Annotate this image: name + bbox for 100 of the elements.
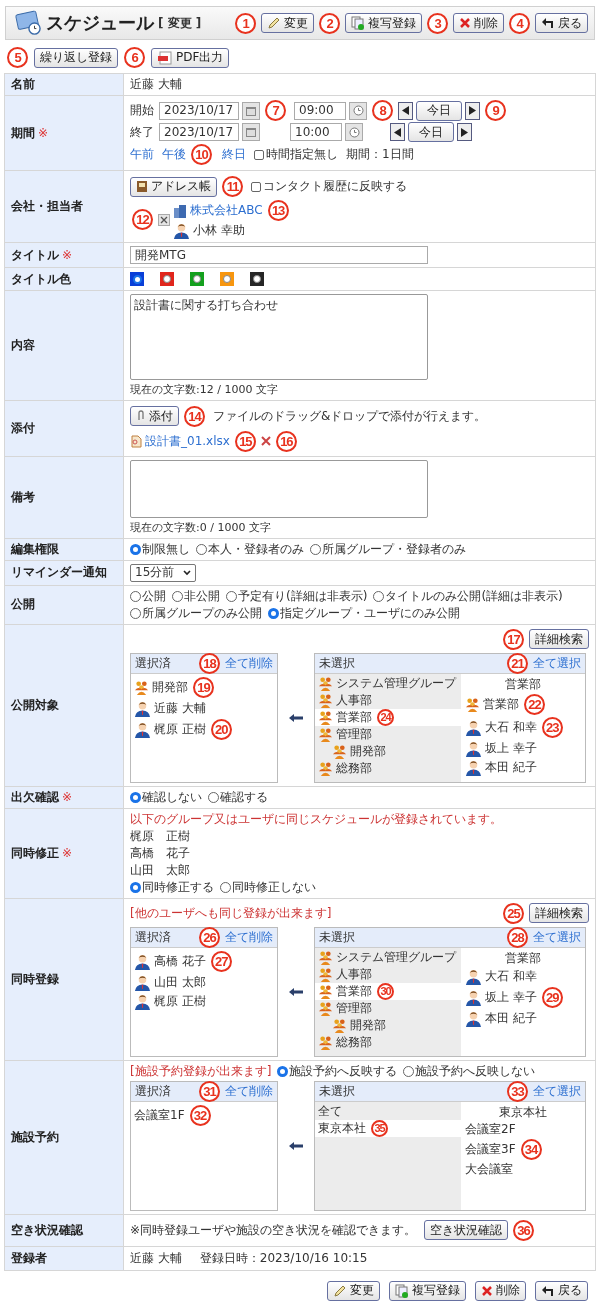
tree-item[interactable]: 総務部 xyxy=(315,759,461,777)
tree-item[interactable]: システム管理グループ xyxy=(315,674,461,692)
radio-button[interactable] xyxy=(268,607,279,619)
reminder-dropdown[interactable]: 15分前 xyxy=(130,563,196,582)
list-item[interactable]: 坂上 幸子 xyxy=(485,740,537,756)
title-field[interactable]: 開発MTG xyxy=(130,246,428,264)
time-field[interactable]: 09:00 xyxy=(294,101,346,120)
list-item[interactable]: 本田 紀子 xyxy=(485,1010,537,1026)
list-item[interactable]: 高橋 花子 xyxy=(154,953,206,969)
radio-button[interactable] xyxy=(172,590,183,602)
edit-button[interactable]: 変更 xyxy=(327,1280,380,1301)
clock-button[interactable] xyxy=(349,101,367,120)
color-swatch[interactable] xyxy=(160,272,174,286)
color-swatch[interactable] xyxy=(130,272,144,286)
time-preset-link[interactable]: 午後 xyxy=(162,147,186,162)
back-button[interactable]: 戻る xyxy=(535,1280,588,1301)
availability-button[interactable]: 空き状況確認 xyxy=(424,1220,509,1240)
radio-button[interactable] xyxy=(226,590,237,602)
remove-button[interactable] xyxy=(158,213,170,226)
color-swatch[interactable] xyxy=(220,272,234,286)
time-preset-link[interactable]: 終日 xyxy=(222,147,246,162)
tree-item[interactable]: 開発部 xyxy=(315,742,461,760)
facility-item[interactable]: 会議室3F xyxy=(465,1141,516,1157)
checkbox[interactable] xyxy=(251,181,261,192)
color-swatch[interactable] xyxy=(190,272,204,286)
radio-button[interactable] xyxy=(220,881,231,893)
select-all-link[interactable]: 全て選択 xyxy=(533,1083,581,1099)
calendar-button[interactable] xyxy=(242,123,260,141)
clock-button[interactable] xyxy=(345,123,363,141)
list-item[interactable]: 営業部 xyxy=(483,696,519,712)
back-button[interactable]: 戻る xyxy=(535,13,588,33)
text-area[interactable]: 設計書に関する打ち合わせ xyxy=(130,294,428,380)
select-all-link[interactable]: 全て選択 xyxy=(533,929,581,945)
tree-item[interactable]: 管理部 xyxy=(315,999,461,1017)
repeat-button[interactable]: 繰り返し登録 xyxy=(34,47,118,68)
today-button[interactable]: 今日 xyxy=(416,100,462,121)
file-link[interactable]: 設計書_01.xlsx xyxy=(145,433,230,449)
radio-button[interactable] xyxy=(310,543,321,555)
radio-button[interactable] xyxy=(277,1065,289,1077)
remove-all-link[interactable]: 全て削除 xyxy=(225,655,273,671)
color-swatch[interactable] xyxy=(250,272,264,286)
date-field[interactable]: 2023/10/17 xyxy=(159,123,239,141)
previous-button[interactable] xyxy=(390,123,405,141)
list-item[interactable]: 梶原 正樹 xyxy=(154,993,206,1009)
radio-button[interactable] xyxy=(130,607,141,619)
tree-item[interactable]: 開発部 xyxy=(315,1016,461,1034)
radio-button[interactable] xyxy=(208,791,219,803)
tree-item[interactable]: 総務部 xyxy=(315,1033,461,1051)
next-button[interactable] xyxy=(457,123,472,141)
checkbox[interactable] xyxy=(254,149,264,160)
remove-all-link[interactable]: 全て削除 xyxy=(225,929,273,945)
list-item[interactable]: 梶原 正樹 xyxy=(154,721,206,737)
time-preset-link[interactable]: 午前 xyxy=(130,147,154,162)
search-button[interactable]: 詳細検索 xyxy=(529,629,589,649)
radio-button[interactable] xyxy=(196,543,207,555)
address-book-button[interactable]: アドレス帳 xyxy=(130,176,217,197)
facility-item[interactable]: 会議室2F xyxy=(465,1121,516,1137)
list-item[interactable]: 坂上 幸子 xyxy=(485,989,537,1005)
company-link[interactable]: 株式会社ABC xyxy=(190,203,263,218)
previous-button[interactable] xyxy=(398,101,413,120)
tree-item[interactable]: 全て xyxy=(315,1102,461,1120)
delete-button[interactable]: 削除 xyxy=(453,13,504,33)
date-field[interactable]: 2023/10/17 xyxy=(159,101,239,120)
list-item[interactable]: 本田 紀子 xyxy=(485,759,537,775)
radio-button[interactable] xyxy=(373,590,385,602)
radio-button[interactable] xyxy=(130,543,141,555)
list-item[interactable]: 大石 和幸 xyxy=(485,968,537,984)
facility-item[interactable]: 会議室1F xyxy=(134,1107,185,1123)
copy-button[interactable]: 複写登録 xyxy=(389,1280,466,1301)
facility-item[interactable]: 大会議室 xyxy=(465,1161,513,1177)
delete-icon[interactable] xyxy=(260,436,271,447)
radio-button[interactable] xyxy=(403,1065,415,1077)
tree-item[interactable]: 人事部 xyxy=(315,691,461,709)
calendar-button[interactable] xyxy=(242,101,260,120)
tree-item[interactable]: 管理部 xyxy=(315,725,461,743)
delete-button[interactable]: 削除 xyxy=(475,1280,526,1301)
tree-item[interactable]: 営業部 24 xyxy=(315,708,461,726)
left-arrow-icon[interactable] xyxy=(288,1140,304,1151)
tree-item[interactable]: 東京本社 35 xyxy=(315,1119,461,1137)
list-item[interactable]: 大石 和幸 xyxy=(485,719,537,735)
select-all-link[interactable]: 全て選択 xyxy=(533,655,581,671)
list-item[interactable]: 近藤 大輔 xyxy=(154,700,206,716)
left-arrow-icon[interactable] xyxy=(288,712,304,723)
time-field[interactable]: 10:00 xyxy=(290,123,342,141)
list-item[interactable]: 開発部 xyxy=(152,679,188,695)
list-item[interactable]: 山田 太郎 xyxy=(154,974,206,990)
copy-button[interactable]: 複写登録 xyxy=(345,13,422,33)
radio-button[interactable] xyxy=(130,791,141,803)
remove-all-link[interactable]: 全て削除 xyxy=(225,1083,273,1099)
tree-item[interactable]: 人事部 xyxy=(315,965,461,983)
edit-button[interactable]: 変更 xyxy=(261,13,314,33)
tree-item[interactable]: システム管理グループ xyxy=(315,948,461,966)
next-button[interactable] xyxy=(465,101,480,120)
today-button[interactable]: 今日 xyxy=(408,122,454,142)
pdf-export-button[interactable]: PDF出力 xyxy=(151,47,230,68)
search-button[interactable]: 詳細検索 xyxy=(529,903,589,923)
radio-button[interactable] xyxy=(130,590,141,602)
text-area[interactable] xyxy=(130,459,428,518)
left-arrow-icon[interactable] xyxy=(288,986,304,997)
attach-button[interactable]: 添付 xyxy=(130,406,179,427)
